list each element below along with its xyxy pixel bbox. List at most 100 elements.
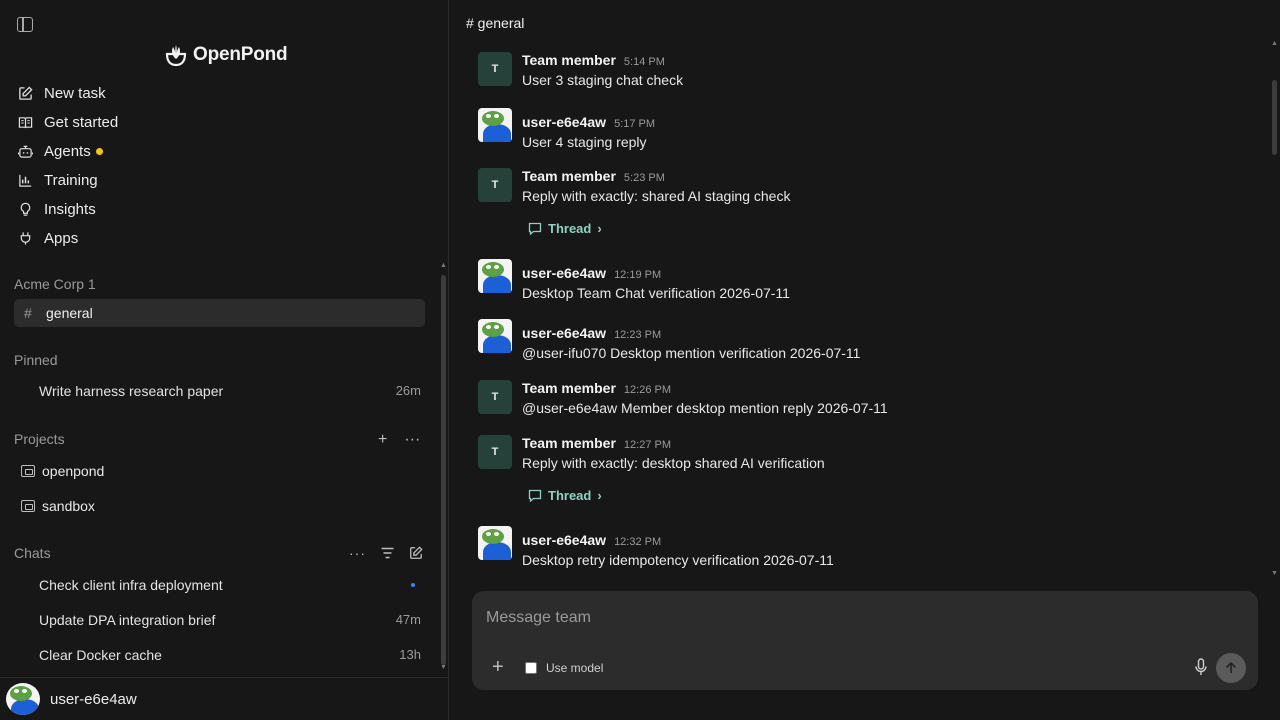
message: user-e6e4aw 12:19 PM Desktop Team Chat ve…	[478, 259, 790, 301]
folder-icon	[21, 500, 35, 512]
message-author: user-e6e4aw	[522, 532, 607, 548]
chat-item-label: Clear Docker cache	[39, 647, 162, 663]
chat-item[interactable]: Update DPA integration brief 47m	[39, 612, 421, 628]
nav-new-task[interactable]: New task	[14, 79, 434, 108]
nav-insights[interactable]: Insights	[14, 195, 434, 224]
messages-scrollbar[interactable]	[1272, 80, 1277, 155]
hash-icon: #	[24, 305, 32, 321]
user-profile[interactable]: user-e6e4aw	[0, 677, 449, 720]
message-text: Desktop retry idempotency verification 2…	[522, 552, 834, 568]
chat-item-label: Check client infra deployment	[39, 577, 223, 593]
openpond-logo-icon	[165, 45, 187, 67]
thread-link[interactable]: Thread ›	[528, 221, 602, 236]
use-model-label: Use model	[546, 661, 604, 675]
new-chat-icon[interactable]	[409, 546, 423, 560]
projects-more-button[interactable]: ···	[404, 431, 420, 449]
message-time: 12:32 PM	[614, 536, 662, 548]
thread-link[interactable]: Thread ›	[528, 488, 602, 503]
projects-actions: + ···	[378, 431, 420, 449]
message-text: @user-ifu070 Desktop mention verificatio…	[522, 345, 861, 361]
chats-title: Chats	[14, 545, 51, 561]
use-model-toggle[interactable]: Use model	[525, 661, 603, 675]
message: user-e6e4aw 5:17 PM User 4 staging reply	[478, 108, 655, 150]
avatar	[6, 683, 40, 715]
project-item-sandbox[interactable]: sandbox	[21, 498, 95, 514]
chat-item-label: Update DPA integration brief	[39, 612, 216, 628]
message-author: user-e6e4aw	[522, 114, 607, 130]
lightbulb-icon	[18, 202, 33, 217]
book-icon	[18, 115, 33, 130]
nav-training[interactable]: Training	[14, 166, 434, 195]
message-text: @user-e6e4aw Member desktop mention repl…	[522, 400, 888, 416]
project-label: sandbox	[42, 498, 95, 514]
message-author: Team member	[522, 52, 616, 68]
message: T Team member 5:23 PM Reply with exactly:…	[478, 168, 790, 204]
channel-item-general[interactable]: # general	[14, 299, 425, 327]
main-nav: New task Get started Agents Training Ins…	[14, 79, 434, 253]
message-author: user-e6e4aw	[522, 265, 607, 281]
project-item-openpond[interactable]: openpond	[21, 463, 104, 479]
message-author: Team member	[522, 435, 616, 451]
chat-item[interactable]: Check client infra deployment	[39, 577, 421, 593]
message-text: Reply with exactly: shared AI staging ch…	[522, 188, 791, 204]
message-time: 5:17 PM	[614, 118, 656, 130]
nav-label: Get started	[44, 114, 119, 131]
nav-label: Apps	[44, 230, 79, 247]
chat-item[interactable]: Clear Docker cache 13h	[39, 647, 421, 663]
pinned-item[interactable]: Write harness research paper 26m	[39, 383, 421, 399]
channel-label: general	[46, 305, 93, 321]
sidebar: OpenPond New task Get started Agents Tra…	[0, 0, 449, 720]
avatar: T	[478, 380, 512, 414]
message-list: T Team member 5:14 PM User 3 staging chat…	[478, 0, 1258, 585]
avatar	[478, 319, 512, 353]
message-time: 12:26 PM	[623, 384, 671, 396]
sidebar-scrollbar[interactable]	[441, 275, 446, 665]
nav-agents[interactable]: Agents	[14, 137, 434, 166]
app-logo: OpenPond	[165, 42, 288, 68]
chevron-right-icon: ›	[597, 488, 602, 503]
message: user-e6e4aw 12:32 PM Desktop retry idempo…	[478, 526, 834, 568]
scroll-down-icon[interactable]: ▼	[1271, 570, 1278, 577]
pinned-item-time: 26m	[395, 383, 421, 398]
message: T Team member 5:14 PM User 3 staging chat…	[478, 52, 683, 88]
message: user-e6e4aw 12:23 PM @user-ifu070 Desktop…	[478, 319, 860, 361]
message-text: Desktop Team Chat verification 2026-07-1…	[522, 285, 790, 301]
edit-icon	[18, 86, 33, 101]
avatar: T	[478, 168, 512, 202]
folder-icon	[21, 465, 35, 477]
filter-icon[interactable]	[381, 547, 394, 559]
nav-label: Training	[44, 172, 98, 189]
avatar	[478, 108, 512, 142]
avatar: T	[478, 435, 512, 469]
chevron-right-icon: ›	[597, 221, 602, 236]
project-label: openpond	[42, 463, 105, 479]
sidebar-toggle-icon[interactable]	[17, 17, 33, 32]
projects-title: Projects	[14, 431, 65, 447]
user-name: user-e6e4aw	[50, 690, 137, 708]
chats-actions: ···	[349, 545, 423, 561]
attach-button[interactable]: +	[492, 657, 504, 677]
scroll-up-icon[interactable]: ▲	[1271, 40, 1278, 47]
add-project-button[interactable]: +	[378, 431, 387, 449]
plug-icon	[18, 231, 33, 246]
use-model-checkbox[interactable]	[525, 662, 537, 674]
pinned-item-label: Write harness research paper	[39, 383, 224, 399]
app-name: OpenPond	[193, 44, 288, 65]
scroll-down-icon[interactable]: ▼	[440, 664, 447, 671]
nav-label: New task	[44, 85, 106, 102]
microphone-icon[interactable]	[1194, 658, 1208, 676]
nav-apps[interactable]: Apps	[14, 224, 434, 253]
chat-panel: # general T Team member 5:14 PM User 3 st…	[450, 0, 1280, 720]
message-time: 12:23 PM	[614, 329, 662, 341]
message-time: 5:14 PM	[623, 56, 665, 68]
send-button[interactable]	[1216, 653, 1246, 683]
thread-label: Thread	[548, 488, 592, 503]
message-input[interactable]	[486, 609, 1186, 627]
scroll-up-icon[interactable]: ▲	[440, 262, 447, 269]
message: T Team member 12:27 PM Reply with exactly…	[478, 435, 825, 471]
nav-get-started[interactable]: Get started	[14, 108, 434, 137]
message-composer: + Use model	[472, 591, 1258, 690]
chat-item-time: 13h	[399, 647, 421, 662]
chats-more-icon[interactable]: ···	[349, 545, 366, 561]
unread-dot	[411, 583, 415, 587]
